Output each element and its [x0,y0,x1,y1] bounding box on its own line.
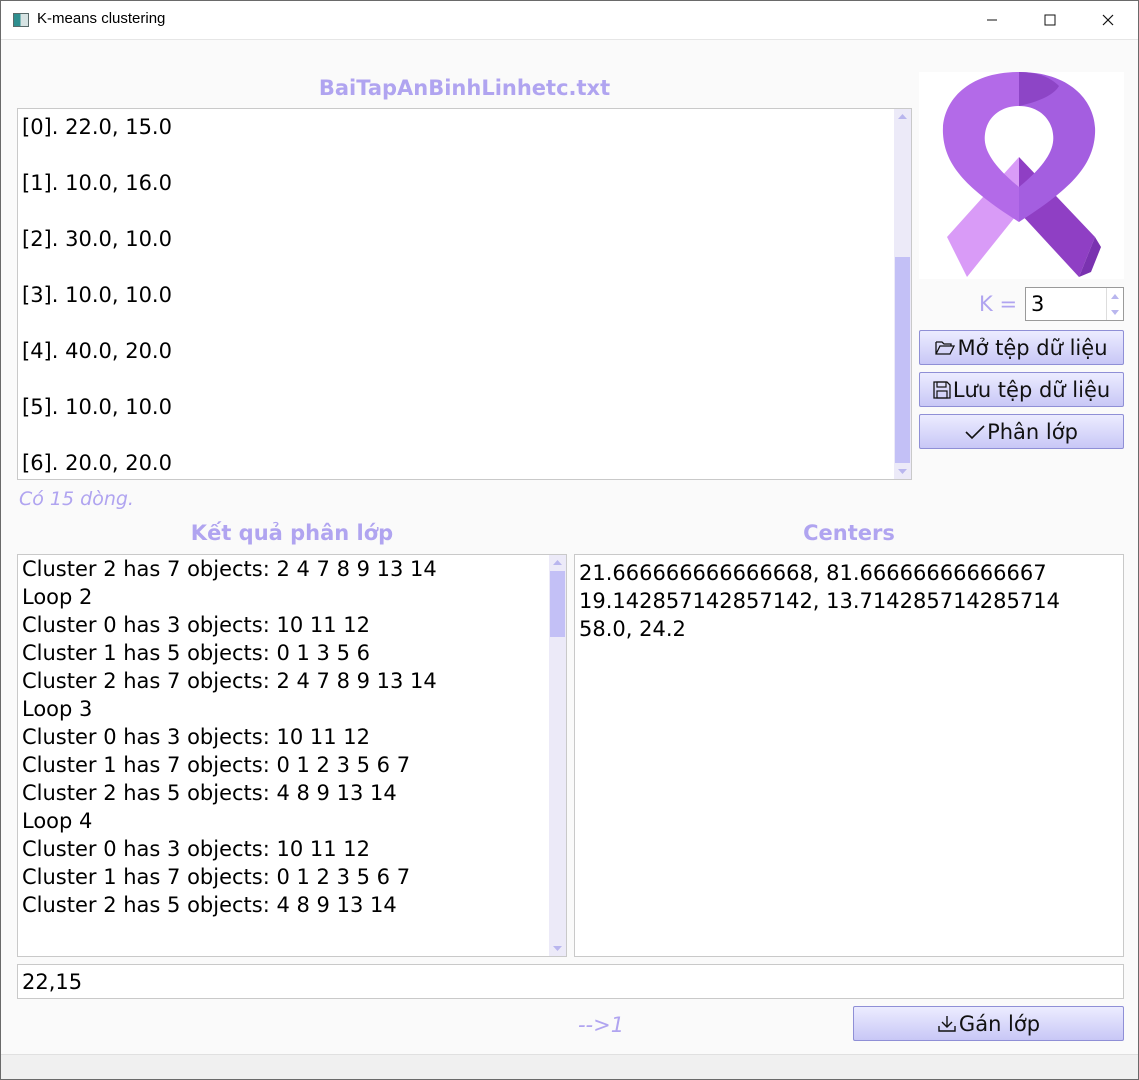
title-bar: K-means clustering [1,1,1138,39]
save-icon [933,380,951,399]
minimize-button[interactable] [963,1,1021,39]
save-file-label: Lưu tệp dữ liệu [952,377,1111,402]
open-file-label: Mở tệp dữ liệu [957,335,1108,360]
app-icon [13,13,29,27]
centers-list[interactable]: 21.666666666666668, 81.66666666666667 19… [574,554,1124,957]
data-list[interactable]: [0]. 22.0, 15.0 [1]. 10.0, 16.0 [2]. 30.… [17,108,912,480]
classify-button[interactable]: Phân lớp [919,414,1124,449]
scroll-up-icon[interactable] [549,555,566,569]
close-icon [1102,14,1114,26]
assign-class-button[interactable]: Gán lớp [853,1006,1124,1041]
scroll-thumb[interactable] [895,257,910,463]
point-input-value: 22,15 [22,970,83,994]
data-list-item: [4]. 40.0, 20.0 [22,339,172,363]
open-file-button[interactable]: Mở tệp dữ liệu [919,330,1124,365]
results-line: Cluster 1 has 5 objects: 0 1 3 5 6 [22,641,370,665]
centers-heading: Centers [803,521,895,545]
results-line: Loop 2 [22,585,93,609]
results-line: Cluster 0 has 3 objects: 10 11 12 [22,837,370,861]
maximize-icon [1044,14,1056,26]
assign-class-label: Gán lớp [958,1011,1041,1036]
center-line: 19.142857142857142, 13.714285714285714 [579,589,1060,613]
chevron-down-icon [1111,309,1119,315]
main-window: K-means clustering BaiTapAnBinhLinhetc.t… [0,0,1139,1080]
save-file-button[interactable]: Lưu tệp dữ liệu [919,372,1124,407]
row-count-text: Có 15 dòng. [19,488,134,510]
close-button[interactable] [1079,1,1137,39]
ribbon-logo [919,72,1124,279]
k-label: K = [979,292,1018,316]
k-value: 3 [1031,292,1045,316]
file-name-heading: BaiTapAnBinhLinhetc.txt [318,76,611,100]
scroll-up-icon[interactable] [894,109,911,123]
results-line: Cluster 1 has 7 objects: 0 1 2 3 5 6 7 [22,753,411,777]
minimize-icon [987,19,997,21]
results-line: Cluster 1 has 7 objects: 0 1 2 3 5 6 7 [22,865,411,889]
scroll-down-icon[interactable] [549,942,566,956]
center-line: 58.0, 24.2 [579,617,686,641]
chevron-up-icon [1111,293,1119,299]
data-list-item: [6]. 20.0, 20.0 [22,451,172,475]
results-line: Cluster 2 has 7 objects: 2 4 7 8 9 13 14 [22,669,437,693]
k-spinbox[interactable]: 3 [1025,287,1124,321]
results-line: Cluster 2 has 5 objects: 4 8 9 13 14 [22,781,397,805]
point-input[interactable]: 22,15 [17,964,1124,999]
results-heading: Kết quả phân lớp [190,521,394,545]
data-list-item: [1]. 10.0, 16.0 [22,171,172,195]
client-area: BaiTapAnBinhLinhetc.txt [0]. 22.0, 15.0 … [1,39,1138,1054]
k-spin-up-button[interactable] [1106,288,1123,304]
folder-open-icon [935,340,956,355]
results-line: Cluster 0 has 3 objects: 10 11 12 [22,613,370,637]
results-line: Cluster 2 has 5 objects: 4 8 9 13 14 [22,893,397,917]
results-line: Loop 4 [22,809,93,833]
prediction-result: -->1 [577,1013,625,1037]
results-line: Cluster 0 has 3 objects: 10 11 12 [22,725,370,749]
data-list-item: [5]. 10.0, 10.0 [22,395,172,419]
status-strip [1,1054,1138,1079]
data-list-item: [3]. 10.0, 10.0 [22,283,172,307]
maximize-button[interactable] [1021,1,1079,39]
results-line: Cluster 2 has 7 objects: 2 4 7 8 9 13 14 [22,557,437,581]
classify-label: Phân lớp [987,419,1078,444]
data-list-scrollbar[interactable] [894,109,911,479]
check-icon [965,424,985,439]
k-spin-down-button[interactable] [1106,304,1123,320]
scroll-thumb[interactable] [550,571,565,637]
results-list[interactable]: Cluster 2 has 7 objects: 2 4 7 8 9 13 14… [17,554,567,957]
data-list-item: [2]. 30.0, 10.0 [22,227,172,251]
results-scrollbar[interactable] [549,555,566,956]
center-line: 21.666666666666668, 81.66666666666667 [579,561,1047,585]
results-line: Loop 3 [22,697,93,721]
window-title: K-means clustering [37,10,166,27]
data-list-item: [0]. 22.0, 15.0 [22,115,172,139]
download-icon [938,1015,956,1032]
scroll-down-icon[interactable] [894,465,911,479]
